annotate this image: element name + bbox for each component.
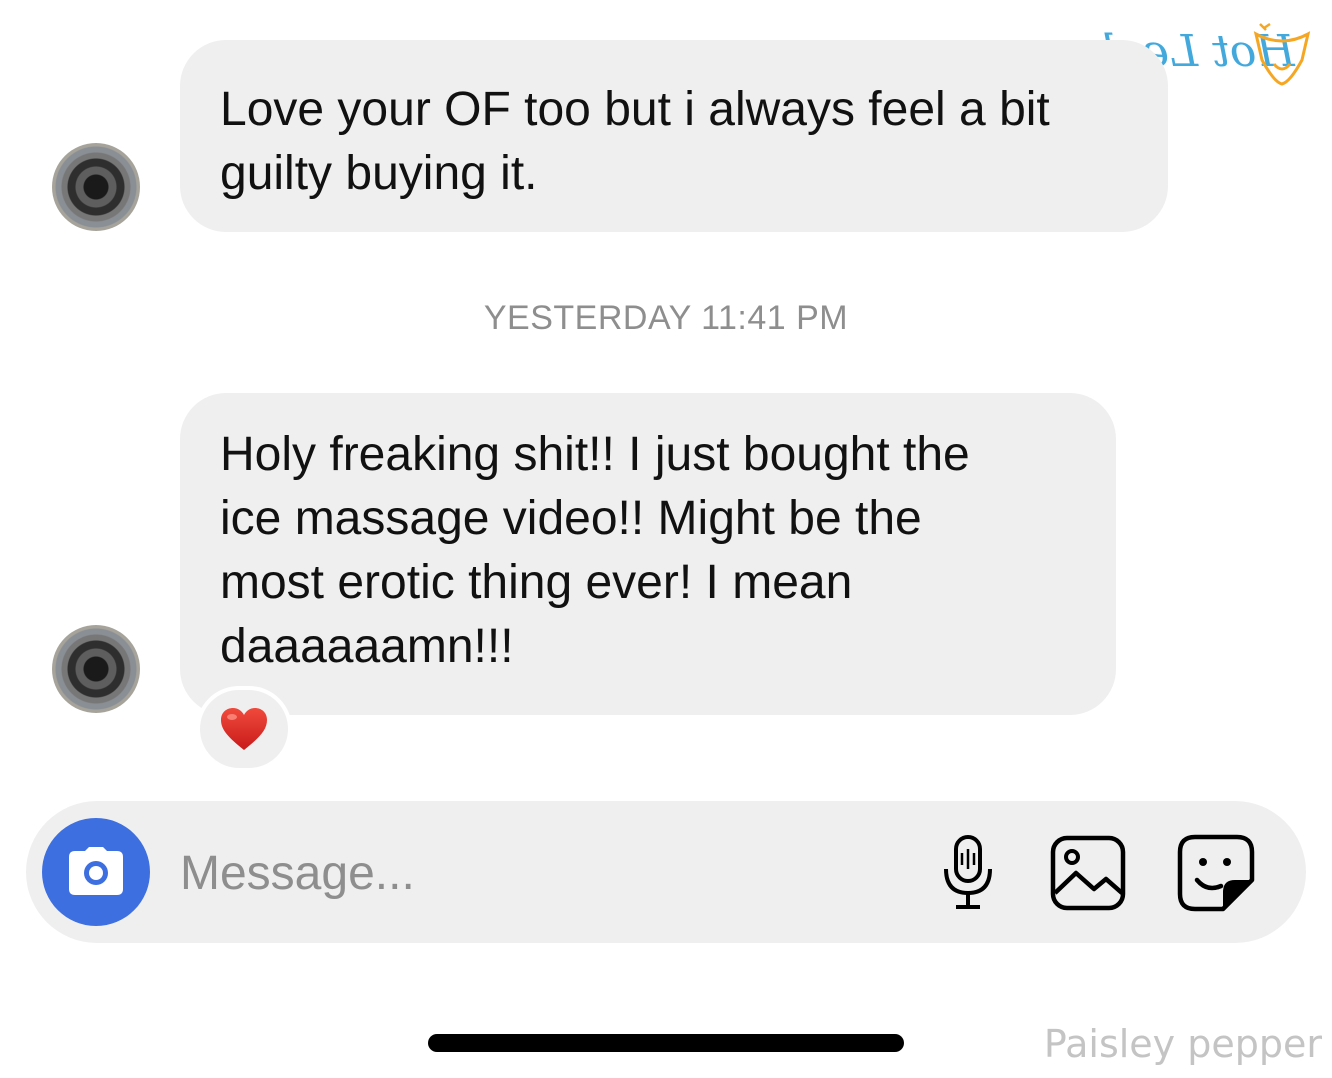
gallery-icon	[1050, 835, 1126, 911]
message-text: Holy freaking shit!! I just bought the i…	[220, 428, 970, 673]
message-bubble[interactable]: Holy freaking shit!! I just bought the i…	[180, 393, 1116, 715]
sender-avatar[interactable]	[52, 625, 140, 713]
microphone-icon	[944, 835, 992, 909]
sticker-button[interactable]	[1174, 831, 1258, 915]
message-text: Love your OF too but i always feel a bit…	[220, 83, 1050, 200]
reaction-badge[interactable]	[196, 686, 292, 772]
camera-icon	[69, 847, 123, 895]
credit-watermark: Paisley pepper	[1043, 1022, 1322, 1066]
panty-logo-icon	[1253, 22, 1311, 86]
gallery-button[interactable]	[1046, 831, 1130, 915]
camera-button[interactable]	[42, 818, 150, 926]
sender-avatar[interactable]	[52, 143, 140, 231]
message-input[interactable]	[180, 841, 880, 905]
sticker-icon	[1177, 834, 1255, 912]
message-composer	[26, 801, 1306, 943]
heart-emoji-icon	[221, 708, 267, 750]
microphone-button[interactable]	[926, 831, 1010, 915]
home-indicator[interactable]	[428, 1034, 904, 1052]
timestamp-divider: YESTERDAY 11:41 PM	[483, 299, 849, 337]
message-bubble[interactable]: Love your OF too but i always feel a bit…	[180, 40, 1168, 232]
